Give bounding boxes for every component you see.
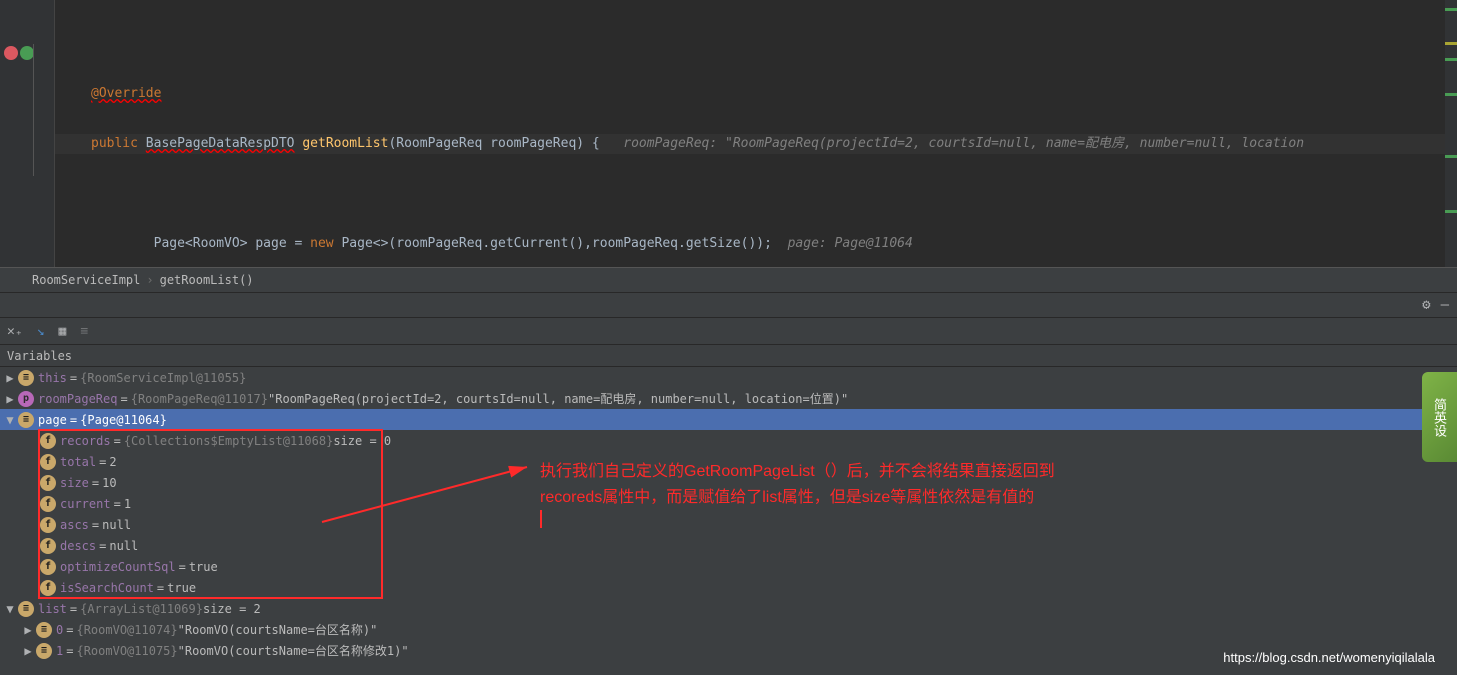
grid-icon[interactable]: ▦: [58, 324, 66, 339]
marker-strip[interactable]: [1445, 0, 1457, 267]
var-list[interactable]: ▼≡list = {ArrayList@11069} size = 2: [0, 598, 1457, 619]
gear-icon[interactable]: ⚙: [1422, 297, 1430, 313]
var-ascs[interactable]: fascs = null: [0, 514, 1457, 535]
fold-line: [33, 44, 34, 176]
variables-header: Variables: [0, 345, 1457, 367]
side-badge[interactable]: 简英设: [1422, 372, 1457, 462]
bars-icon[interactable]: ≡: [80, 324, 88, 339]
add-icon[interactable]: ✕₊: [7, 324, 23, 339]
var-list-0[interactable]: ▶≡0 = {RoomVO@11074} "RoomVO(courtsName=…: [0, 619, 1457, 640]
arrow-down-icon[interactable]: ↘: [37, 324, 45, 339]
var-roomPageReq[interactable]: ▶proomPageReq = {RoomPageReq@11017} "Roo…: [0, 388, 1457, 409]
override-marker-icon[interactable]: [20, 46, 34, 60]
var-total[interactable]: ftotal = 2: [0, 451, 1457, 472]
minimize-icon[interactable]: —: [1441, 297, 1449, 313]
breadcrumb[interactable]: RoomServiceImpl › getRoomList(): [0, 268, 1457, 293]
var-page[interactable]: ▼≡page = {Page@11064}: [0, 409, 1457, 430]
var-size[interactable]: fsize = 10: [0, 472, 1457, 493]
var-optimizeCountSql[interactable]: foptimizeCountSql = true: [0, 556, 1457, 577]
variables-tree[interactable]: ▶≡this = {RoomServiceImpl@11055} ▶proomP…: [0, 367, 1457, 675]
breadcrumb-method[interactable]: getRoomList(): [160, 273, 254, 287]
var-records[interactable]: frecords = {Collections$EmptyList@11068}…: [0, 430, 1457, 451]
code-editor[interactable]: @Override public BasePageDataRespDTO get…: [0, 0, 1457, 268]
var-list-1[interactable]: ▶≡1 = {RoomVO@11075} "RoomVO(courtsName=…: [0, 640, 1457, 661]
chevron-right-icon: ›: [146, 273, 153, 287]
debug-panel-toolbar: ⚙ —: [0, 293, 1457, 318]
breadcrumb-class[interactable]: RoomServiceImpl: [32, 273, 140, 287]
gutter: [0, 0, 55, 268]
code-area[interactable]: @Override public BasePageDataRespDTO get…: [55, 4, 1457, 268]
annotation-override: @Override: [91, 86, 161, 101]
var-current[interactable]: fcurrent = 1: [0, 493, 1457, 514]
error-marker-icon: [4, 46, 18, 60]
var-descs[interactable]: fdescs = null: [0, 535, 1457, 556]
method-declaration: public BasePageDataRespDTO getRoomList(R…: [55, 134, 1457, 154]
variables-toolbar: ✕₊ ↘ ▦ ≡: [0, 318, 1457, 345]
var-isSearchCount[interactable]: fisSearchCount = true: [0, 577, 1457, 598]
var-this[interactable]: ▶≡this = {RoomServiceImpl@11055}: [0, 367, 1457, 388]
